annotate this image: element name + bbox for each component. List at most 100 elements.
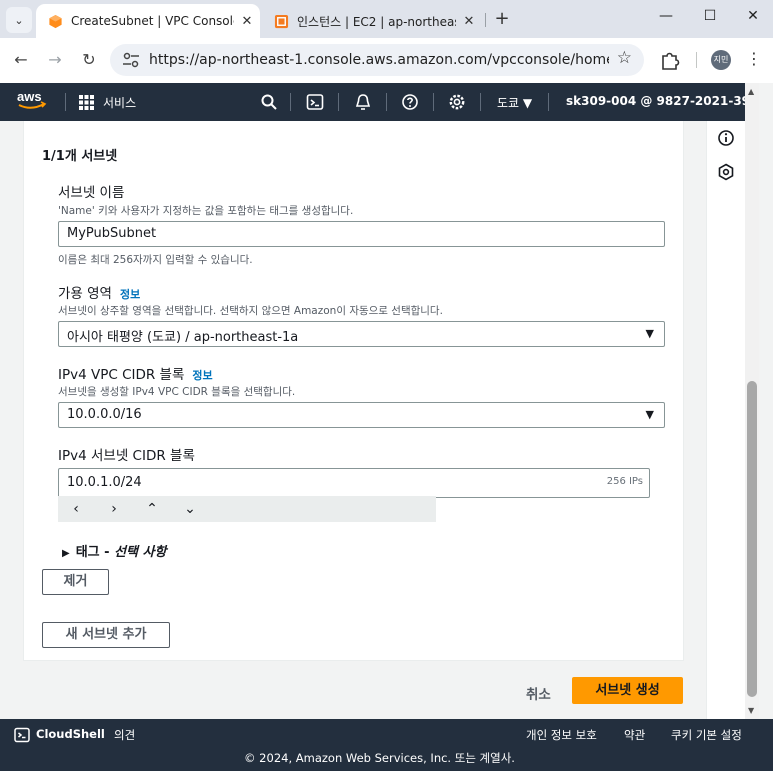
dropdown-caret-icon: ▼ (645, 408, 654, 421)
services-grid-icon[interactable] (79, 95, 94, 110)
vpc-cidr-description: 서브넷을 생성할 IPv4 VPC CIDR 블록을 선택합니다. (58, 386, 296, 398)
subnet-name-hint: 이름은 최대 256자까지 입력할 수 있습니다. (58, 254, 253, 266)
cidr-stepper: ‹ › ⌃ ⌄ (58, 496, 436, 522)
nav-divider (65, 93, 66, 111)
subnet-name-input[interactable]: MyPubSubnet (58, 221, 665, 247)
tags-expander[interactable]: ▶ 태그 - 선택 사항 (62, 541, 166, 560)
vpc-cidr-value: 10.0.0.0/16 (67, 407, 142, 422)
subnet-name-label: 서브넷 이름 (58, 185, 125, 201)
subnet-settings-panel: 1/1개 서브넷 서브넷 이름 'Name' 키와 사용자가 지정하는 값을 포… (23, 121, 684, 661)
tab-search-icon[interactable]: ⌄ (6, 7, 32, 33)
browser-tab-bar: ⌄ CreateSubnet | VPC Console ✕ 인스턴스 | EC… (0, 0, 773, 38)
cidr-decrease-icon[interactable]: ⌄ (180, 499, 200, 519)
services-menu[interactable]: 서비스 (103, 94, 136, 111)
toolbar-divider (696, 52, 697, 68)
subnet-count-heading: 1/1개 서브넷 (42, 149, 118, 164)
tags-label: 태그 - (75, 545, 115, 560)
site-settings-icon[interactable] (122, 52, 140, 68)
bookmark-star-icon[interactable]: ☆ (617, 48, 632, 68)
tab-separator (485, 13, 486, 27)
scroll-up-icon[interactable]: ▲ (748, 87, 754, 96)
url-text: https://ap-northeast-1.console.aws.amazo… (149, 52, 609, 68)
cidr-next-icon[interactable]: › (104, 499, 124, 519)
help-icon[interactable] (401, 93, 419, 111)
forward-icon[interactable]: → (44, 49, 66, 71)
tab-create-subnet[interactable]: CreateSubnet | VPC Console ✕ (36, 4, 260, 38)
nav-divider (480, 93, 481, 111)
minimize-button[interactable]: — (646, 8, 686, 32)
availability-zone-value: 아시아 태평양 (도쿄) / ap-northeast-1a (67, 330, 299, 345)
cidr-increase-icon[interactable]: ⌃ (142, 499, 162, 519)
nav-divider (290, 93, 291, 111)
tab-title: 인스턴스 | EC2 | ap-northeast- (297, 14, 456, 29)
cloudshell-link[interactable]: CloudShell (36, 727, 105, 741)
aws-top-nav: aws 서비스 도쿄 ▼ sk309-004 @ 9827-2021-3969 … (0, 83, 773, 121)
vpc-cidr-label-text: IPv4 VPC CIDR 블록 (58, 367, 185, 383)
subnet-cidr-label: IPv4 서브넷 CIDR 블록 (58, 448, 195, 464)
privacy-link[interactable]: 개인 정보 보호 (526, 727, 597, 743)
create-subnet-button[interactable]: 서브넷 생성 (572, 677, 683, 704)
new-tab-button[interactable]: + (490, 8, 514, 32)
availability-zone-select[interactable]: 아시아 태평양 (도쿄) / ap-northeast-1a ▼ (58, 321, 665, 347)
maximize-button[interactable]: ☐ (690, 8, 730, 32)
scroll-down-icon[interactable]: ▼ (748, 706, 754, 715)
window-edge (759, 83, 773, 771)
extensions-icon[interactable] (659, 49, 681, 71)
vpc-cidr-info-link[interactable]: 정보 (192, 369, 212, 382)
nav-divider (548, 93, 549, 111)
caret-right-icon: ▶ (62, 548, 70, 559)
page-scrollbar[interactable]: ▲ ▼ (745, 83, 759, 719)
hexagon-icon[interactable] (717, 163, 735, 181)
cidr-previous-icon[interactable]: ‹ (66, 499, 86, 519)
feedback-link[interactable]: 의견 (114, 727, 135, 743)
subnet-name-description: 'Name' 키와 사용자가 지정하는 값을 포함하는 태그를 생성합니다. (58, 205, 354, 217)
nav-divider (433, 93, 434, 111)
close-window-button[interactable]: ✕ (733, 8, 773, 32)
copyright-text: © 2024, Amazon Web Services, Inc. 또는 계열사… (244, 751, 515, 765)
utility-rail (706, 121, 745, 719)
aws-footer: CloudShell 의견 개인 정보 보호 약관 쿠키 기본 설정 © 202… (0, 719, 773, 771)
aws-logo[interactable]: aws (16, 89, 48, 113)
subnet-cidr-input[interactable]: 10.0.1.0/24 256 IPs (58, 468, 650, 498)
browser-toolbar: ← → ↻ https://ap-northeast-1.console.aws… (0, 38, 773, 83)
nav-divider (338, 93, 339, 111)
reload-icon[interactable]: ↻ (78, 49, 100, 71)
nav-divider (386, 93, 387, 111)
region-selector[interactable]: 도쿄 ▼ (497, 94, 532, 111)
add-subnet-button[interactable]: 새 서브넷 추가 (42, 622, 170, 648)
availability-zone-info-link[interactable]: 정보 (120, 288, 140, 301)
tab-close-icon[interactable]: ✕ (234, 14, 260, 29)
search-icon[interactable] (260, 93, 278, 111)
back-icon[interactable]: ← (10, 49, 32, 71)
vpc-favicon-icon (49, 14, 62, 28)
cancel-button[interactable]: 취소 (526, 683, 551, 703)
remove-subnet-button[interactable]: 제거 (42, 569, 109, 595)
address-bar[interactable]: https://ap-northeast-1.console.aws.amazo… (110, 44, 644, 76)
dropdown-caret-icon: ▼ (645, 327, 654, 340)
cookie-preferences-link[interactable]: 쿠키 기본 설정 (671, 727, 742, 743)
terms-link[interactable]: 약관 (624, 727, 645, 743)
vpc-cidr-select[interactable]: 10.0.0.0/16 ▼ (58, 402, 665, 428)
main-content: 1/1개 서브넷 서브넷 이름 'Name' 키와 사용자가 지정하는 값을 포… (0, 121, 706, 719)
tab-close-icon[interactable]: ✕ (456, 14, 482, 29)
svg-text:aws: aws (17, 89, 42, 104)
subnet-cidr-value: 10.0.1.0/24 (67, 475, 142, 490)
subnet-cidr-ip-count: 256 IPs (606, 476, 643, 487)
scroll-thumb[interactable] (747, 381, 757, 697)
vpc-cidr-label: IPv4 VPC CIDR 블록 정보 (58, 363, 213, 383)
menu-icon[interactable]: ⋮ (746, 49, 762, 68)
tab-ec2-instances[interactable]: 인스턴스 | EC2 | ap-northeast- ✕ (262, 4, 482, 38)
tags-optional-label: 선택 사항 (114, 545, 167, 560)
info-icon[interactable] (717, 129, 735, 147)
cloudshell-icon[interactable] (306, 93, 324, 111)
availability-zone-label-text: 가용 영역 (58, 286, 112, 302)
settings-icon[interactable] (448, 93, 466, 111)
availability-zone-label: 가용 영역 정보 (58, 282, 140, 302)
tab-title: CreateSubnet | VPC Console (71, 14, 234, 28)
profile-avatar[interactable]: 지민 (711, 50, 731, 70)
account-menu[interactable]: sk309-004 @ 9827-2021-3969 ▼ (566, 94, 773, 108)
availability-zone-description: 서브넷이 상주할 영역을 선택합니다. 선택하지 않으면 Amazon이 자동으… (58, 305, 443, 317)
notifications-icon[interactable] (354, 93, 372, 111)
cloudshell-icon (14, 727, 30, 743)
ec2-favicon-icon (274, 14, 289, 28)
